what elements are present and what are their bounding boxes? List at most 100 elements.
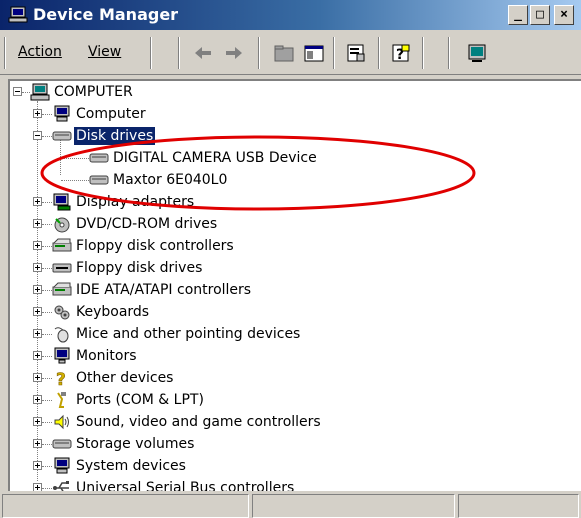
expand-toggle[interactable] bbox=[33, 197, 42, 206]
keyboard-icon bbox=[54, 305, 70, 320]
tree-category[interactable]: Floppy disk drives bbox=[10, 258, 581, 280]
expand-toggle[interactable] bbox=[33, 329, 42, 338]
toolbar-separator bbox=[333, 37, 335, 69]
tree-item-label: Maxtor 6E040L0 bbox=[113, 172, 228, 188]
tree-item-label: Storage volumes bbox=[76, 436, 195, 452]
action-menu-label: Action bbox=[18, 44, 62, 60]
title-bar: Device Manager _ □ × bbox=[0, 0, 581, 30]
window-title: Device Manager bbox=[33, 5, 179, 24]
disk-drive-icon bbox=[89, 153, 109, 163]
tree-connector bbox=[42, 246, 52, 247]
toolbar-separator bbox=[258, 37, 260, 69]
tree-category[interactable]: Mice and other pointing devices bbox=[10, 324, 581, 346]
tree-connector bbox=[42, 312, 52, 313]
tree-category[interactable]: Ports (COM & LPT) bbox=[10, 390, 581, 412]
tree-connector bbox=[42, 268, 52, 269]
computer-icon bbox=[30, 83, 50, 101]
tree-item-label: DVD/CD-ROM drives bbox=[76, 216, 218, 232]
tree-connector bbox=[42, 290, 52, 291]
tree-category[interactable]: Sound, video and game controllers bbox=[10, 412, 581, 434]
tree-category[interactable]: Storage volumes bbox=[10, 434, 581, 456]
tree-item-label: Disk drives bbox=[74, 127, 156, 145]
display-adapter-icon bbox=[53, 193, 71, 211]
tree-connector bbox=[22, 92, 30, 93]
expand-toggle[interactable] bbox=[33, 373, 42, 382]
tree-item-label: Display adapters bbox=[76, 194, 195, 210]
action-menu[interactable]: Action bbox=[18, 44, 62, 60]
expand-toggle[interactable] bbox=[33, 307, 42, 316]
question-icon: ? bbox=[56, 370, 66, 387]
expand-toggle[interactable] bbox=[33, 483, 42, 491]
toolbar-separator bbox=[150, 37, 152, 69]
tree-category[interactable]: Universal Serial Bus controllers bbox=[10, 478, 581, 491]
tree-connector bbox=[42, 202, 52, 203]
show-hide-tree-icon[interactable] bbox=[303, 41, 325, 65]
forward-arrow-icon[interactable] bbox=[222, 41, 246, 65]
expand-toggle[interactable] bbox=[33, 109, 42, 118]
controller-icon bbox=[52, 282, 72, 296]
tree-category[interactable]: Monitors bbox=[10, 346, 581, 368]
tree-category[interactable]: Computer bbox=[10, 104, 581, 126]
view-menu[interactable]: View bbox=[88, 44, 121, 60]
collapse-toggle[interactable] bbox=[33, 131, 42, 140]
expand-toggle[interactable] bbox=[33, 241, 42, 250]
disk-drive-icon bbox=[52, 131, 72, 141]
back-arrow-icon[interactable] bbox=[191, 41, 215, 65]
expand-toggle[interactable] bbox=[33, 395, 42, 404]
tree-connector bbox=[42, 356, 52, 357]
status-bar bbox=[0, 491, 581, 518]
view-menu-label: View bbox=[88, 44, 122, 60]
collapse-toggle[interactable] bbox=[13, 87, 22, 96]
tree-category[interactable]: Floppy disk controllers bbox=[10, 236, 581, 258]
tree-item-label: DIGITAL CAMERA USB Device bbox=[113, 150, 317, 166]
scan-hardware-icon[interactable] bbox=[466, 41, 488, 65]
tree-item-label: Ports (COM & LPT) bbox=[76, 392, 204, 408]
maximize-button[interactable]: □ bbox=[530, 5, 550, 25]
tree-category[interactable]: IDE ATA/ATAPI controllers bbox=[10, 280, 581, 302]
expand-toggle[interactable] bbox=[33, 461, 42, 470]
expand-toggle[interactable] bbox=[33, 417, 42, 426]
tree-connector bbox=[61, 180, 89, 181]
tree-connector bbox=[42, 114, 52, 115]
expand-toggle[interactable] bbox=[33, 351, 42, 360]
help-icon[interactable]: ? bbox=[390, 41, 412, 65]
tree-connector bbox=[42, 466, 52, 467]
sound-icon bbox=[54, 414, 69, 430]
port-icon bbox=[57, 392, 66, 408]
tree-connector bbox=[42, 400, 52, 401]
expand-toggle[interactable] bbox=[33, 285, 42, 294]
device-tree: COMPUTER Computer Disk drives DIGITAL CAME… bbox=[8, 79, 581, 491]
tree-item-label: Monitors bbox=[76, 348, 137, 364]
close-button[interactable]: × bbox=[554, 5, 574, 25]
minimize-button[interactable]: _ bbox=[508, 5, 528, 25]
tree-category[interactable]: Disk drives bbox=[10, 126, 581, 148]
toolbar-separator bbox=[448, 37, 450, 69]
expand-toggle[interactable] bbox=[33, 263, 42, 272]
expand-toggle[interactable] bbox=[33, 439, 42, 448]
tree-category[interactable]: Keyboards bbox=[10, 302, 581, 324]
tree-category[interactable]: DVD/CD-ROM drives bbox=[10, 214, 581, 236]
monitor-icon bbox=[54, 347, 70, 364]
tree-device[interactable]: DIGITAL CAMERA USB Device bbox=[10, 148, 581, 170]
tree-connector bbox=[42, 378, 52, 379]
tree-root[interactable]: COMPUTER bbox=[10, 82, 581, 104]
tree-item-label: Universal Serial Bus controllers bbox=[76, 480, 295, 491]
tree-connector bbox=[42, 444, 52, 445]
tree-category[interactable]: ? Other devices bbox=[10, 368, 581, 390]
computer-icon bbox=[54, 105, 70, 122]
tree-connector bbox=[42, 422, 52, 423]
properties-icon[interactable] bbox=[345, 41, 367, 65]
tree-category[interactable]: Display adapters bbox=[10, 192, 581, 214]
tree-category[interactable]: System devices bbox=[10, 456, 581, 478]
usb-icon bbox=[53, 481, 69, 491]
tree-item-label: Mice and other pointing devices bbox=[76, 326, 301, 342]
tree-device[interactable]: Maxtor 6E040L0 bbox=[10, 170, 581, 192]
disk-drive-icon bbox=[52, 439, 72, 449]
toolbar-grip bbox=[4, 37, 6, 69]
tree-item-label: Computer bbox=[76, 106, 146, 122]
tree-connector bbox=[42, 224, 52, 225]
up-folder-icon[interactable] bbox=[273, 41, 295, 65]
mouse-icon bbox=[54, 327, 69, 343]
tree-item-label: Sound, video and game controllers bbox=[76, 414, 321, 430]
expand-toggle[interactable] bbox=[33, 219, 42, 228]
